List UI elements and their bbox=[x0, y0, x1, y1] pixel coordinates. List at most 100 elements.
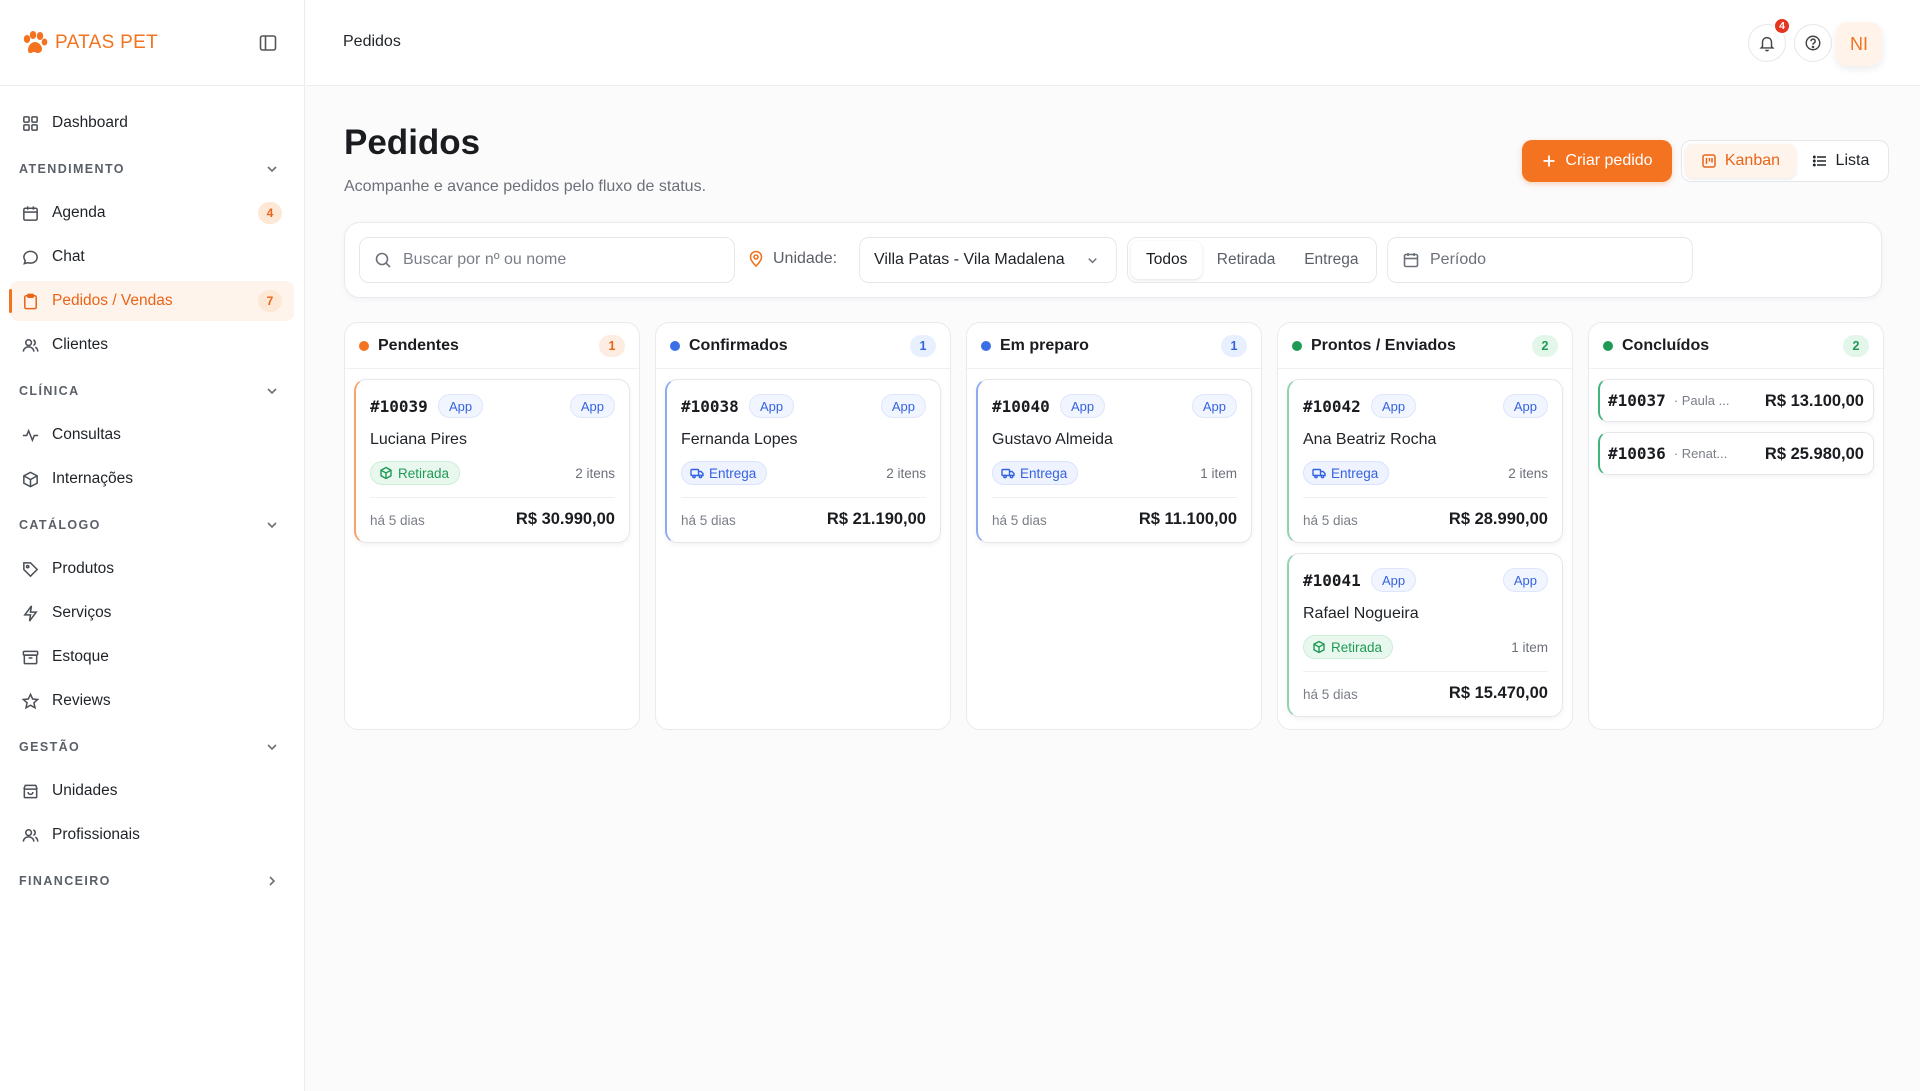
order-age: há 5 dias bbox=[1303, 687, 1358, 702]
column-count: 1 bbox=[599, 335, 625, 357]
status-dot bbox=[359, 340, 369, 351]
activity-icon bbox=[22, 428, 39, 442]
chat-bubble-icon bbox=[23, 250, 38, 265]
unit-select[interactable]: Villa Patas - Vila Madalena bbox=[859, 237, 1117, 283]
package-icon bbox=[380, 466, 392, 480]
column-count: 1 bbox=[910, 335, 936, 357]
order-number: #10038 bbox=[681, 397, 739, 416]
section-financeiro[interactable]: FINANCEIRO bbox=[10, 861, 294, 901]
order-card-compact[interactable]: #10036 · Renat... R$ 25.980,00 bbox=[1598, 432, 1874, 475]
column-concluidos: Concluídos 2 #10037 · Paula ... R$ 13.10… bbox=[1588, 322, 1884, 730]
order-card[interactable]: #10038 App App Fernanda Lopes Entrega 2 … bbox=[665, 379, 941, 543]
sidebar-item-chat[interactable]: Chat bbox=[10, 237, 294, 277]
status-dot bbox=[1603, 340, 1613, 351]
chevron-down-icon bbox=[267, 744, 277, 751]
create-order-label: Criar pedido bbox=[1565, 152, 1653, 169]
paw-logo-icon bbox=[23, 30, 48, 53]
sidebar-item-agenda[interactable]: Agenda 4 bbox=[10, 193, 294, 233]
calendar-icon bbox=[1403, 253, 1419, 268]
store-icon bbox=[23, 784, 38, 798]
section-atendimento[interactable]: ATENDIMENTO bbox=[10, 149, 294, 189]
search-icon bbox=[375, 252, 391, 268]
period-placeholder: Período bbox=[1430, 251, 1487, 268]
card-divider bbox=[1303, 671, 1548, 672]
filters-bar: Unidade: Villa Patas - Vila Madalena Tod… bbox=[344, 222, 1882, 298]
help-button[interactable] bbox=[1794, 24, 1832, 62]
filter-entrega[interactable]: Entrega bbox=[1290, 241, 1373, 279]
sidebar-item-unidades[interactable]: Unidades bbox=[10, 771, 294, 811]
channel-pill: App bbox=[1371, 394, 1417, 418]
sidebar-item-label: Unidades bbox=[52, 782, 118, 799]
view-list-button[interactable]: Lista bbox=[1796, 144, 1885, 178]
section-title: GESTÃO bbox=[19, 740, 81, 754]
channel-pill: App bbox=[749, 394, 795, 418]
sidebar-item-label: Produtos bbox=[52, 560, 115, 577]
customer-name-short: · Paula ... bbox=[1673, 393, 1730, 408]
avatar[interactable]: NI bbox=[1836, 22, 1882, 66]
column-title: Prontos / Enviados bbox=[1311, 336, 1456, 354]
channel-tag: App bbox=[1191, 394, 1237, 418]
sidebar-toggle-icon[interactable] bbox=[258, 33, 278, 53]
sidebar-item-produtos[interactable]: Produtos bbox=[10, 549, 294, 589]
sidebar-item-dashboard[interactable]: Dashboard bbox=[10, 103, 294, 143]
fulfillment-label: Retirada bbox=[398, 465, 450, 481]
section-gestao[interactable]: GESTÃO bbox=[10, 727, 294, 767]
order-number: #10040 bbox=[992, 397, 1050, 416]
order-number: #10037 bbox=[1608, 391, 1666, 410]
sidebar-item-label: Consultas bbox=[52, 426, 121, 443]
agenda-badge: 4 bbox=[258, 202, 282, 224]
chevron-down-icon bbox=[267, 522, 277, 529]
create-order-button[interactable]: Criar pedido bbox=[1522, 140, 1672, 182]
section-clinica[interactable]: CLÍNICA bbox=[10, 371, 294, 411]
notifications-button[interactable]: 4 bbox=[1748, 17, 1791, 62]
fulfillment-type-filter: Todos Retirada Entrega bbox=[1127, 237, 1377, 283]
lightning-icon bbox=[23, 604, 38, 622]
order-card[interactable]: #10042 App App Ana Beatriz Rocha Entrega… bbox=[1287, 379, 1563, 543]
order-number: #10042 bbox=[1303, 397, 1361, 416]
sidebar-item-label: Reviews bbox=[52, 692, 111, 709]
column-count: 2 bbox=[1843, 335, 1869, 357]
search-input[interactable] bbox=[403, 251, 723, 269]
users-icon bbox=[22, 338, 39, 352]
order-card[interactable]: #10041 App App Rafael Nogueira Retirada … bbox=[1287, 553, 1563, 717]
unit-label-text: Unidade: bbox=[773, 250, 838, 267]
period-picker[interactable]: Período bbox=[1387, 237, 1693, 283]
filter-retirada[interactable]: Retirada bbox=[1202, 241, 1289, 279]
sidebar-item-pedidos[interactable]: Pedidos / Vendas 7 bbox=[9, 281, 294, 321]
section-catalogo[interactable]: CATÁLOGO bbox=[10, 505, 294, 545]
notification-count-badge: 4 bbox=[1773, 17, 1791, 35]
order-card[interactable]: #10040 App App Gustavo Almeida Entrega 1… bbox=[976, 379, 1252, 543]
sidebar-item-servicos[interactable]: Serviços bbox=[10, 593, 294, 633]
order-total: R$ 21.190,00 bbox=[826, 510, 926, 528]
section-title: CATÁLOGO bbox=[19, 518, 101, 532]
order-total: R$ 28.990,00 bbox=[1448, 510, 1548, 528]
sidebar-item-consultas[interactable]: Consultas bbox=[10, 415, 294, 455]
help-circle-icon bbox=[1805, 35, 1821, 51]
column-header: Confirmados 1 bbox=[656, 323, 950, 369]
section-title: CLÍNICA bbox=[19, 384, 80, 398]
order-total: R$ 15.470,00 bbox=[1448, 684, 1548, 702]
fulfillment-pill: Entrega bbox=[681, 461, 768, 485]
card-divider bbox=[370, 497, 615, 498]
clipboard-icon bbox=[24, 293, 37, 309]
sidebar-item-internacoes[interactable]: Internações bbox=[10, 459, 294, 499]
column-count: 2 bbox=[1532, 335, 1558, 357]
sidebar-item-profissionais[interactable]: Profissionais bbox=[10, 815, 294, 855]
sidebar-item-clientes[interactable]: Clientes bbox=[10, 325, 294, 365]
column-prontos: Prontos / Enviados 2 #10042 App App Ana … bbox=[1277, 322, 1573, 730]
fulfillment-pill: Retirada bbox=[1303, 635, 1394, 659]
order-card[interactable]: #10039 App App Luciana Pires Retirada 2 … bbox=[354, 379, 630, 543]
column-pendentes: Pendentes 1 #10039 App App Luciana Pires… bbox=[344, 322, 640, 730]
channel-pill: App bbox=[1060, 394, 1106, 418]
order-total: R$ 25.980,00 bbox=[1764, 445, 1864, 463]
column-title: Pendentes bbox=[378, 336, 459, 354]
filter-todos[interactable]: Todos bbox=[1131, 241, 1203, 279]
items-count: 2 itens bbox=[575, 466, 615, 481]
order-card-compact[interactable]: #10037 · Paula ... R$ 13.100,00 bbox=[1598, 379, 1874, 422]
bell-icon bbox=[1759, 36, 1775, 52]
sidebar-item-estoque[interactable]: Estoque bbox=[10, 637, 294, 677]
brand-name: PATAS PET bbox=[55, 31, 158, 53]
view-kanban-button[interactable]: Kanban bbox=[1685, 144, 1796, 178]
card-divider bbox=[1303, 497, 1548, 498]
sidebar-item-reviews[interactable]: Reviews bbox=[10, 681, 294, 721]
